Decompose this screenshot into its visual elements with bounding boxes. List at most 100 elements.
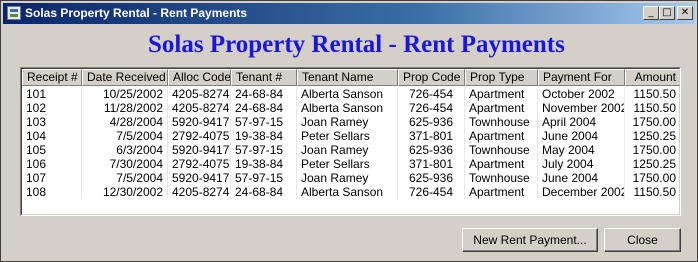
cell-date-received: 12/30/2002: [82, 185, 168, 199]
cell-prop-code: 726-454: [398, 101, 465, 115]
minimize-button[interactable]: _: [643, 6, 659, 20]
cell-alloc-code: 4205-8274: [168, 87, 231, 101]
column-header-alloc-code[interactable]: Alloc Code: [168, 69, 231, 86]
cell-date-received: 7/5/2004: [82, 171, 168, 185]
table-row[interactable]: 106 7/30/2004 2792-4075 19-38-84 Peter Sella…: [22, 157, 680, 171]
cell-payment-for: October 2002: [538, 87, 625, 101]
title-bar[interactable]: Solas Property Rental - Rent Payments _ …: [3, 3, 695, 24]
column-header-amount[interactable]: Amount: [625, 69, 680, 86]
column-header-tenant-number[interactable]: Tenant #: [231, 69, 297, 86]
cell-amount: 1250.25: [625, 129, 680, 143]
cell-tenant-number: 57-97-15: [231, 143, 297, 157]
cell-payment-for: June 2004: [538, 171, 625, 185]
cell-date-received: 7/30/2004: [82, 157, 168, 171]
cell-prop-type: Apartment: [465, 185, 538, 199]
cell-tenant-name: Peter Sellars: [297, 129, 398, 143]
cell-receipt: 102: [22, 101, 82, 115]
cell-prop-type: Apartment: [465, 101, 538, 115]
cell-tenant-number: 19-38-84: [231, 157, 297, 171]
cell-date-received: 11/28/2002: [82, 101, 168, 115]
new-rent-payment-label: New Rent Payment...: [473, 233, 587, 247]
cell-alloc-code: 5920-9417: [168, 143, 231, 157]
window-title: Solas Property Rental - Rent Payments: [25, 6, 248, 20]
cell-amount: 1750.00: [625, 143, 680, 157]
cell-prop-code: 371-801: [398, 157, 465, 171]
cell-amount: 1150.50: [625, 185, 680, 199]
cell-prop-type: Townhouse: [465, 115, 538, 129]
close-button[interactable]: Close: [604, 228, 681, 252]
cell-alloc-code: 2792-4075: [168, 129, 231, 143]
payments-list[interactable]: Receipt # Date Received Alloc Code Tenant #…: [20, 67, 681, 216]
cell-amount: 1250.25: [625, 157, 680, 171]
cell-receipt: 103: [22, 115, 82, 129]
cell-tenant-name: Alberta Sanson: [297, 87, 398, 101]
cell-alloc-code: 5920-9417: [168, 115, 231, 129]
cell-prop-code: 726-454: [398, 87, 465, 101]
cell-date-received: 7/5/2004: [82, 129, 168, 143]
cell-prop-code: 726-454: [398, 185, 465, 199]
table-row[interactable]: 108 12/30/2002 4205-8274 24-68-84 Alberta Sa…: [22, 185, 680, 199]
cell-payment-for: May 2004: [538, 143, 625, 157]
cell-receipt: 107: [22, 171, 82, 185]
column-header-payment-for[interactable]: Payment For: [538, 69, 625, 86]
cell-tenant-name: Joan Ramey: [297, 143, 398, 157]
table-row[interactable]: 103 4/28/2004 5920-9417 57-97-15 Joan Ramey 6…: [22, 115, 680, 129]
cell-receipt: 101: [22, 87, 82, 101]
close-window-button[interactable]: ✕: [677, 6, 693, 20]
cell-date-received: 10/25/2002: [82, 87, 168, 101]
cell-prop-code: 625-936: [398, 115, 465, 129]
cell-payment-for: July 2004: [538, 157, 625, 171]
column-header-tenant-name[interactable]: Tenant Name: [297, 69, 398, 86]
cell-tenant-name: Joan Ramey: [297, 115, 398, 129]
new-rent-payment-button[interactable]: New Rent Payment...: [462, 228, 598, 252]
table-row[interactable]: 104 7/5/2004 2792-4075 19-38-84 Peter Sellar…: [22, 129, 680, 143]
cell-alloc-code: 2792-4075: [168, 157, 231, 171]
cell-prop-type: Apartment: [465, 157, 538, 171]
cell-payment-for: April 2004: [538, 115, 625, 129]
cell-amount: 1150.50: [625, 87, 680, 101]
cell-receipt: 105: [22, 143, 82, 157]
cell-alloc-code: 4205-8274: [168, 101, 231, 115]
cell-tenant-number: 24-68-84: [231, 87, 297, 101]
main-window: Solas Property Rental - Rent Payments _ …: [0, 0, 698, 262]
column-header-date-received[interactable]: Date Received: [82, 69, 168, 86]
column-header-prop-code[interactable]: Prop Code: [398, 69, 465, 86]
cell-prop-type: Apartment: [465, 129, 538, 143]
cell-tenant-number: 24-68-84: [231, 185, 297, 199]
cell-tenant-number: 57-97-15: [231, 115, 297, 129]
cell-prop-type: Townhouse: [465, 143, 538, 157]
column-header-receipt[interactable]: Receipt #: [22, 69, 82, 86]
cell-payment-for: December 2002: [538, 185, 625, 199]
close-label: Close: [627, 233, 658, 247]
cell-payment-for: June 2004: [538, 129, 625, 143]
cell-prop-code: 625-936: [398, 143, 465, 157]
cell-prop-type: Townhouse: [465, 171, 538, 185]
table-row[interactable]: 102 11/28/2002 4205-8274 24-68-84 Alberta Sa…: [22, 101, 680, 115]
cell-receipt: 106: [22, 157, 82, 171]
cell-date-received: 4/28/2004: [82, 115, 168, 129]
cell-prop-code: 371-801: [398, 129, 465, 143]
cell-alloc-code: 5920-9417: [168, 171, 231, 185]
cell-receipt: 108: [22, 185, 82, 199]
cell-tenant-number: 57-97-15: [231, 171, 297, 185]
cell-tenant-name: Joan Ramey: [297, 171, 398, 185]
page-heading: Solas Property Rental - Rent Payments: [148, 31, 565, 58]
table-row[interactable]: 105 6/3/2004 5920-9417 57-97-15 Joan Ramey 62…: [22, 143, 680, 157]
cell-prop-code: 625-936: [398, 171, 465, 185]
cell-amount: 1750.00: [625, 115, 680, 129]
app-icon[interactable]: [7, 6, 21, 20]
cell-tenant-name: Peter Sellars: [297, 157, 398, 171]
cell-amount: 1150.50: [625, 101, 680, 115]
cell-tenant-name: Alberta Sanson: [297, 101, 398, 115]
cell-date-received: 6/3/2004: [82, 143, 168, 157]
column-header-prop-type[interactable]: Prop Type: [465, 69, 538, 86]
table-row[interactable]: 107 7/5/2004 5920-9417 57-97-15 Joan Ramey 62…: [22, 171, 680, 185]
maximize-button[interactable]: □: [659, 6, 675, 20]
column-header-row: Receipt # Date Received Alloc Code Tenant #…: [22, 69, 680, 86]
cell-tenant-number: 24-68-84: [231, 101, 297, 115]
cell-payment-for: November 2002: [538, 101, 625, 115]
table-row[interactable]: 101 10/25/2002 4205-8274 24-68-84 Alberta Sa…: [22, 87, 680, 101]
cell-tenant-name: Alberta Sanson: [297, 185, 398, 199]
cell-tenant-number: 19-38-84: [231, 129, 297, 143]
cell-amount: 1750.00: [625, 171, 680, 185]
